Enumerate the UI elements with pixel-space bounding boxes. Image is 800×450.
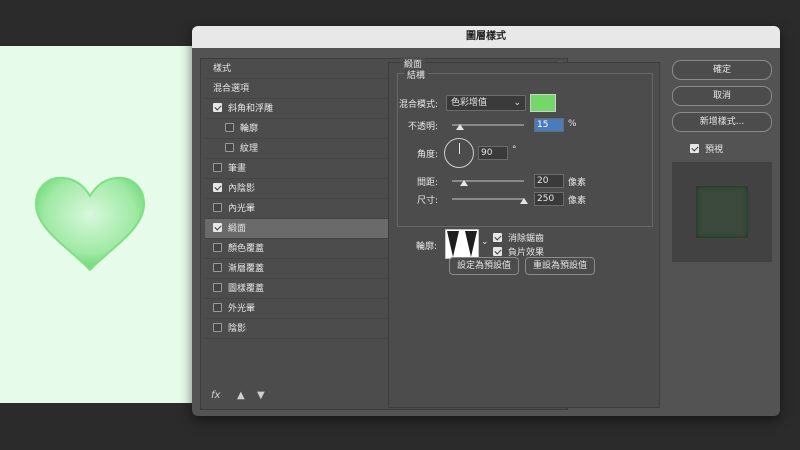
angle-input[interactable]: 90 — [478, 146, 508, 160]
style-checkbox[interactable] — [213, 303, 222, 312]
style-item-label: 外光暈 — [228, 304, 256, 314]
opacity-row: 不透明: 15 % — [398, 118, 648, 134]
style-checkbox[interactable] — [213, 203, 222, 212]
anti-alias-option[interactable]: 消除鋸齒 — [493, 231, 544, 244]
opacity-input[interactable]: 15 — [534, 118, 564, 132]
style-item-label: 圖樣覆蓋 — [228, 284, 265, 294]
opacity-unit: % — [568, 119, 577, 129]
angle-dial-needle — [459, 143, 460, 154]
fx-icon[interactable]: fx — [211, 390, 220, 401]
distance-row: 間距: 20 像素 — [398, 174, 648, 190]
style-checkbox[interactable] — [213, 223, 222, 232]
layer-style-dialog: 圖層樣式 樣式混合選項斜角和浮雕輪廓紋理筆畫+內陰影+內光暈緞面顏色覆蓋+漸層覆… — [192, 26, 780, 416]
style-preview-thumbnail — [672, 162, 772, 262]
preview-checkbox[interactable] — [690, 144, 699, 153]
style-checkbox[interactable] — [213, 283, 222, 292]
angle-unit: ° — [512, 145, 517, 155]
style-item-label: 紋理 — [240, 144, 259, 154]
distance-input[interactable]: 20 — [534, 174, 564, 188]
contour-chevron-icon[interactable]: ⌄ — [481, 237, 489, 247]
invert-checkbox[interactable] — [493, 247, 502, 256]
chevron-down-icon: ⌄ — [513, 98, 521, 108]
style-item-label: 緞面 — [228, 224, 247, 234]
style-item-label: 顏色覆蓋 — [228, 244, 265, 254]
distance-slider-thumb[interactable] — [460, 180, 468, 186]
satin-settings-panel: 緞面 結構 混合模式: 色彩增值 ⌄ 不透明: 15 % 角度: 90 ° 間距… — [388, 57, 660, 408]
structure-panel: 結構 混合模式: 色彩增值 ⌄ 不透明: 15 % 角度: 90 ° 間距: 2… — [397, 68, 653, 227]
move-down-icon[interactable]: ▼ — [257, 390, 265, 401]
angle-dial[interactable] — [444, 138, 474, 168]
ok-button[interactable]: 確定 — [672, 60, 772, 80]
anti-alias-checkbox[interactable] — [493, 233, 502, 242]
opacity-label: 不透明: — [407, 122, 438, 132]
contour-preview-icon[interactable] — [445, 229, 479, 259]
blend-mode-label: 混合模式: — [398, 100, 438, 110]
size-row: 尺寸: 250 像素 — [398, 192, 648, 208]
anti-alias-label: 消除鋸齒 — [508, 234, 545, 244]
style-checkbox[interactable] — [225, 123, 234, 132]
size-input[interactable]: 250 — [534, 192, 564, 206]
reset-default-button[interactable]: 重設為預設值 — [525, 257, 595, 275]
blend-mode-value: 色彩增值 — [451, 98, 488, 108]
size-unit: 像素 — [568, 196, 587, 206]
cancel-button[interactable]: 取消 — [672, 86, 772, 106]
style-item-label: 陰影 — [228, 324, 247, 334]
style-checkbox[interactable] — [213, 103, 222, 112]
angle-label: 角度: — [416, 150, 438, 160]
contour-row: 輪廓: ⌄ 消除鋸齒 負片效果 — [397, 229, 647, 259]
make-default-button[interactable]: 設定為預設值 — [449, 257, 519, 275]
size-slider-thumb[interactable] — [520, 198, 528, 204]
size-slider[interactable] — [452, 198, 524, 200]
style-item-label: 混合選項 — [213, 84, 250, 94]
style-checkbox[interactable] — [213, 323, 222, 332]
blend-mode-row: 混合模式: 色彩增值 ⌄ — [398, 94, 648, 114]
style-item-label: 漸層覆蓋 — [228, 264, 265, 274]
style-item-label: 內陰影 — [228, 184, 256, 194]
style-item-label: 斜角和浮雕 — [228, 104, 274, 114]
angle-row: 角度: 90 ° — [398, 138, 648, 170]
distance-unit: 像素 — [568, 178, 587, 188]
size-label: 尺寸: — [416, 196, 438, 206]
opacity-slider-thumb[interactable] — [456, 124, 464, 130]
style-item-label: 樣式 — [213, 64, 232, 74]
preview-label: 預視 — [705, 145, 724, 155]
distance-label: 間距: — [416, 178, 438, 188]
style-checkbox[interactable] — [225, 143, 234, 152]
structure-title: 結構 — [404, 68, 429, 81]
style-item-label: 筆畫 — [228, 164, 247, 174]
style-checkbox[interactable] — [213, 263, 222, 272]
new-style-button[interactable]: 新增樣式... — [672, 112, 772, 132]
preview-option[interactable]: 預視 — [690, 142, 723, 155]
contour-label: 輪廓: — [415, 242, 437, 252]
blend-color-swatch[interactable] — [530, 94, 556, 112]
heart-shape — [34, 176, 146, 272]
style-checkbox[interactable] — [213, 163, 222, 172]
move-up-icon[interactable]: ▲ — [237, 390, 245, 401]
style-checkbox[interactable] — [213, 183, 222, 192]
style-item-label: 輪廓 — [240, 124, 259, 134]
style-item-label: 內光暈 — [228, 204, 256, 214]
dialog-title: 圖層樣式 — [192, 26, 780, 48]
blend-mode-select[interactable]: 色彩增值 ⌄ — [446, 95, 526, 111]
style-preview-swatch — [696, 186, 748, 238]
style-checkbox[interactable] — [213, 243, 222, 252]
